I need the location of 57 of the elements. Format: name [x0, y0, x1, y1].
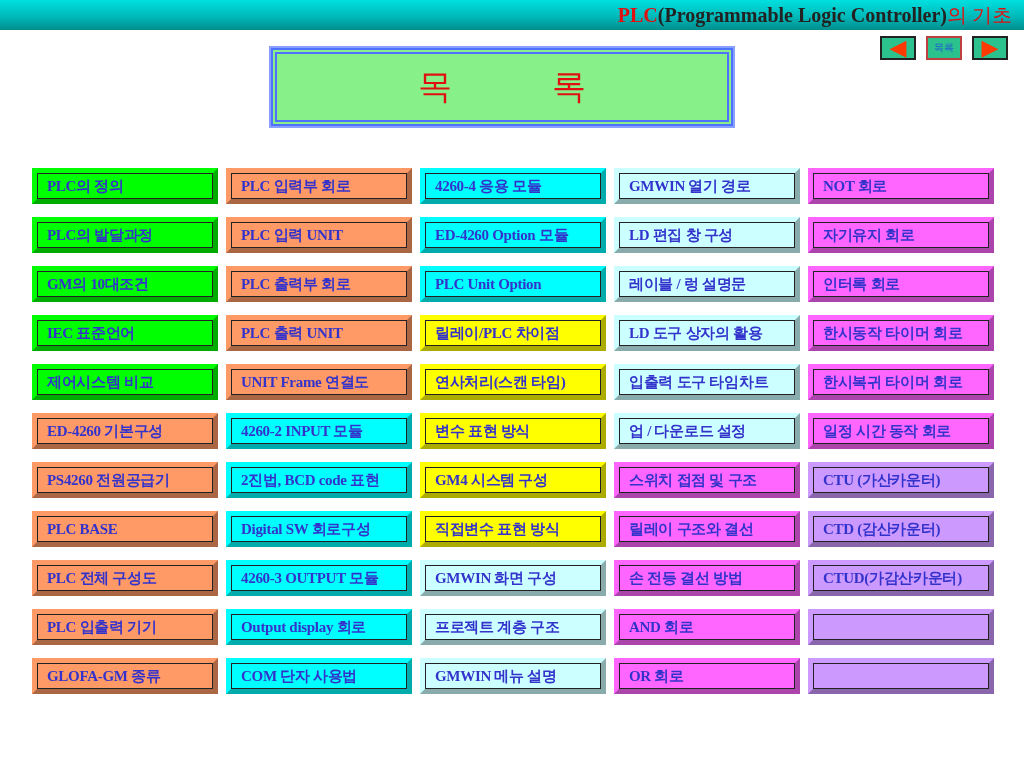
menu-button[interactable]: PLC BASE — [32, 511, 218, 547]
menu-button[interactable] — [808, 658, 994, 694]
menu-button[interactable]: 한시복귀 타이머 회로 — [808, 364, 994, 400]
menu-button[interactable]: 손 전등 결선 방법 — [614, 560, 800, 596]
menu-button[interactable]: NOT 회로 — [808, 168, 994, 204]
menu-button[interactable]: AND 회로 — [614, 609, 800, 645]
menu-button[interactable]: COM 단자 사용법 — [226, 658, 412, 694]
menu-button[interactable]: 4260-3 OUTPUT 모듈 — [226, 560, 412, 596]
menu-button[interactable]: GMWIN 열기 경로 — [614, 168, 800, 204]
slide-title: PLC(Programmable Logic Controller)의 기초 — [617, 2, 1012, 29]
menu-button[interactable]: Digital SW 회로구성 — [226, 511, 412, 547]
menu-button[interactable]: LD 편집 창 구성 — [614, 217, 800, 253]
menu-button[interactable]: 제어시스템 비교 — [32, 364, 218, 400]
menu-button[interactable]: 릴레이 구조와 결선 — [614, 511, 800, 547]
menu-button[interactable]: 프로젝트 계층 구조 — [420, 609, 606, 645]
menu-button[interactable]: OR 회로 — [614, 658, 800, 694]
menu-button[interactable]: GLOFA-GM 종류 — [32, 658, 218, 694]
menu-button[interactable]: 인터록 회로 — [808, 266, 994, 302]
menu-button[interactable]: Output display 회로 — [226, 609, 412, 645]
menu-button[interactable]: GMWIN 화면 구성 — [420, 560, 606, 596]
menu-button[interactable]: PLC Unit Option — [420, 266, 606, 302]
menu-button[interactable]: CTU (가산카운터) — [808, 462, 994, 498]
menu-button[interactable]: 한시동작 타이머 회로 — [808, 315, 994, 351]
menu-button[interactable]: 4260-4 응용 모듈 — [420, 168, 606, 204]
menu-button[interactable]: 입출력 도구 타임차트 — [614, 364, 800, 400]
menu-button[interactable]: PLC의 정의 — [32, 168, 218, 204]
menu-button[interactable]: 연사처리(스캔 타임) — [420, 364, 606, 400]
menu-button[interactable]: LD 도구 상자의 활용 — [614, 315, 800, 351]
menu-button[interactable]: PLC 출력부 회로 — [226, 266, 412, 302]
menu-button[interactable]: UNIT Frame 연결도 — [226, 364, 412, 400]
menu-button[interactable]: PLC 전체 구성도 — [32, 560, 218, 596]
menu-button[interactable]: PS4260 전원공급기 — [32, 462, 218, 498]
menu-button[interactable]: PLC 입력부 회로 — [226, 168, 412, 204]
menu-button[interactable]: 레이블 / 렁 설명문 — [614, 266, 800, 302]
menu-button[interactable] — [808, 609, 994, 645]
menu-button[interactable]: GMWIN 메뉴 설명 — [420, 658, 606, 694]
menu-button[interactable]: ED-4260 Option 모듈 — [420, 217, 606, 253]
menu-button[interactable]: 릴레이/PLC 차이점 — [420, 315, 606, 351]
menu-button[interactable]: CTD (감산카운터) — [808, 511, 994, 547]
menu-button[interactable]: ED-4260 기본구성 — [32, 413, 218, 449]
menu-button[interactable]: PLC 출력 UNIT — [226, 315, 412, 351]
contents-heading: 목 록 — [271, 48, 733, 126]
menu-button[interactable]: 자기유지 회로 — [808, 217, 994, 253]
menu-button[interactable]: GM4 시스템 구성 — [420, 462, 606, 498]
menu-button[interactable]: 스위치 접점 및 구조 — [614, 462, 800, 498]
menu-button[interactable]: 일정 시간 동작 회로 — [808, 413, 994, 449]
menu-button[interactable]: PLC 입력 UNIT — [226, 217, 412, 253]
menu-button[interactable]: IEC 표준언어 — [32, 315, 218, 351]
menu-button[interactable]: CTUD(가감산카운터) — [808, 560, 994, 596]
menu-button[interactable]: 직접변수 표현 방식 — [420, 511, 606, 547]
menu-button[interactable]: PLC 입출력 기기 — [32, 609, 218, 645]
menu-button[interactable]: 4260-2 INPUT 모듈 — [226, 413, 412, 449]
menu-button[interactable]: 변수 표현 방식 — [420, 413, 606, 449]
menu-button[interactable]: 업 / 다운로드 설정 — [614, 413, 800, 449]
menu-button[interactable]: GM의 10대조건 — [32, 266, 218, 302]
menu-button[interactable]: PLC의 발달과정 — [32, 217, 218, 253]
menu-button[interactable]: 2진법, BCD code 표현 — [226, 462, 412, 498]
